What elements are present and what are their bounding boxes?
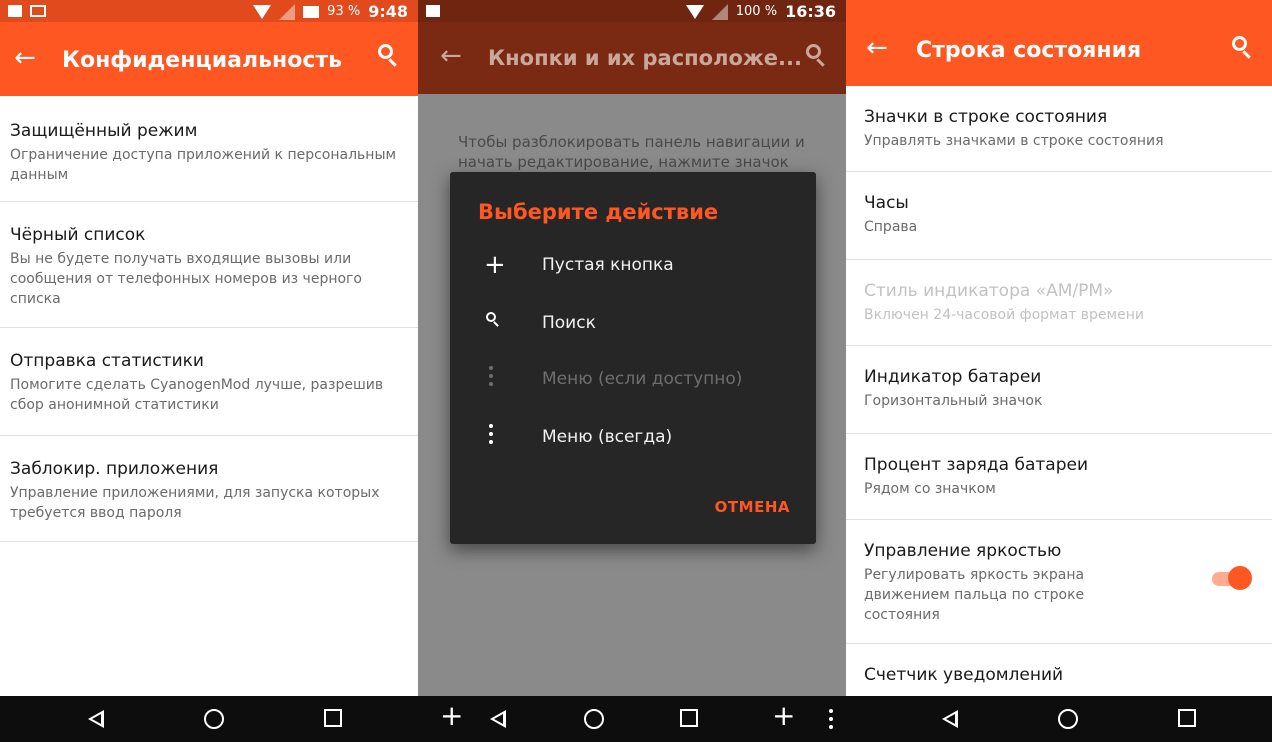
setting-clock[interactable]: Часы Справа [846, 172, 1272, 260]
settings-list: Значки в строке состояния Управлять знач… [846, 86, 1272, 704]
nav-plus-icon[interactable]: + [440, 702, 463, 730]
setting-title: Отправка статистики [10, 351, 204, 371]
setting-summary: Помогите сделать CyanogenMod лучше, разр… [10, 377, 384, 413]
menu-dots-icon [484, 424, 512, 452]
setting-send-statistics[interactable]: Отправка статистики Помогите сделать Cya… [0, 328, 418, 436]
setting-status-icons[interactable]: Значки в строке состояния Управлять знач… [846, 86, 1272, 172]
search-icon [484, 310, 512, 338]
menu-dots-icon [484, 366, 512, 394]
nav-back-icon[interactable] [88, 710, 104, 728]
back-arrow-icon[interactable]: ← [866, 34, 888, 62]
search-icon[interactable] [1230, 34, 1254, 60]
navigation-bar: + + [418, 696, 846, 742]
setting-locked-apps[interactable]: Заблокир. приложения Управление приложен… [0, 436, 418, 542]
buttons-layout-screen: 100 % 16:36 ← Кнопки и их расположе... Ч… [418, 0, 846, 742]
option-label: Меню (всегда) [542, 427, 673, 447]
setting-summary: Ограничение доступа приложений к персона… [10, 147, 397, 183]
brightness-toggle[interactable] [1212, 566, 1252, 590]
wifi-icon [685, 4, 704, 19]
option-label: Пустая кнопка [542, 255, 674, 275]
settings-list: Защищённый режим Ограничение доступа при… [0, 96, 418, 542]
option-menu-if-available: Меню (если доступно) [450, 352, 816, 410]
nav-home-icon[interactable] [1058, 709, 1078, 729]
setting-title: Часы [864, 193, 909, 213]
nav-recents-icon[interactable] [1178, 709, 1196, 727]
app-bar: ← Кнопки и их расположе... [418, 22, 846, 94]
privacy-screen: 93 % 9:48 ← Конфиденциальность Защищённы… [0, 0, 418, 742]
setting-summary: Управлять значками в строке состояния [864, 133, 1164, 149]
navigation-bar [0, 696, 418, 742]
instruction-text: Чтобы разблокировать панель навигации и … [458, 133, 805, 171]
nav-plus-icon[interactable]: + [772, 702, 795, 730]
mail-notification-icon [30, 5, 46, 17]
navigation-bar [846, 696, 1272, 742]
option-search[interactable]: Поиск [450, 296, 816, 354]
status-time: 16:36 [785, 2, 836, 21]
option-label: Поиск [542, 313, 596, 333]
setting-blacklist[interactable]: Чёрный список Вы не будете получать вход… [0, 202, 418, 328]
search-icon[interactable] [376, 42, 400, 68]
choose-action-dialog: Выберите действие + Пустая кнопка Поиск … [450, 172, 816, 544]
option-label: Меню (если доступно) [542, 369, 743, 389]
nav-recents-icon[interactable] [680, 709, 698, 727]
setting-summary: Горизонтальный значок [864, 393, 1043, 409]
status-bar: 100 % 16:36 [418, 0, 846, 22]
image-notification-icon [426, 5, 440, 17]
nav-back-icon[interactable] [490, 710, 506, 728]
setting-summary: Рядом со значком [864, 481, 996, 497]
nav-home-icon[interactable] [584, 709, 604, 729]
setting-protected-mode[interactable]: Защищённый режим Ограничение доступа при… [0, 96, 418, 202]
setting-title: Индикатор батареи [864, 367, 1042, 387]
plus-icon: + [484, 250, 506, 280]
nav-back-icon[interactable] [942, 710, 958, 728]
page-title: Конфиденциальность [62, 48, 343, 73]
wifi-icon [253, 4, 272, 19]
app-bar: ← Конфиденциальность [0, 22, 418, 96]
search-icon[interactable] [804, 42, 828, 68]
nav-recents-icon[interactable] [324, 709, 342, 727]
setting-title: Заблокир. приложения [10, 459, 219, 479]
setting-title: Чёрный список [10, 225, 146, 245]
setting-battery-percent[interactable]: Процент заряда батареи Рядом со значком [846, 434, 1272, 520]
back-arrow-icon[interactable]: ← [440, 42, 462, 70]
nav-menu-dots-icon[interactable] [824, 709, 834, 729]
setting-summary: Включен 24-часовой формат времени [864, 307, 1144, 323]
setting-title: Процент заряда батареи [864, 455, 1088, 475]
setting-title: Защищённый режим [10, 121, 198, 141]
status-bar-settings-screen: ← Строка состояния Значки в строке состо… [846, 0, 1272, 742]
back-arrow-icon[interactable]: ← [14, 44, 36, 72]
battery-icon [303, 5, 320, 18]
status-bar: 93 % 9:48 [0, 0, 418, 22]
page-title: Строка состояния [916, 38, 1142, 63]
setting-battery-indicator[interactable]: Индикатор батареи Горизонтальный значок [846, 346, 1272, 434]
battery-percent: 100 % [735, 4, 778, 19]
signal-icon [711, 3, 728, 20]
setting-title: Значки в строке состояния [864, 107, 1108, 127]
battery-percent: 93 % [327, 4, 361, 19]
setting-title: Управление яркостью [864, 541, 1062, 561]
setting-summary: Регулировать яркость экрана движением па… [864, 567, 1085, 623]
setting-title: Стиль индикатора «AM/PM» [864, 281, 1114, 301]
setting-title: Счетчик уведомлений [864, 665, 1064, 685]
setting-summary: Управление приложениями, для запуска кот… [10, 485, 380, 521]
setting-brightness-control[interactable]: Управление яркостью Регулировать яркость… [846, 520, 1272, 644]
app-bar: ← Строка состояния [846, 0, 1272, 86]
image-notification-icon [8, 5, 22, 17]
setting-summary: Вы не будете получать входящие вызовы ил… [10, 251, 362, 307]
signal-icon [279, 3, 296, 20]
option-menu-always[interactable]: Меню (всегда) [450, 410, 816, 468]
dialog-title: Выберите действие [478, 200, 719, 224]
nav-home-icon[interactable] [204, 709, 224, 729]
setting-notification-count[interactable]: Счетчик уведомлений [846, 644, 1272, 704]
cancel-button[interactable]: ОТМЕНА [715, 498, 790, 516]
page-title: Кнопки и их расположе... [488, 46, 802, 70]
setting-summary: Справа [864, 219, 918, 235]
status-time: 9:48 [368, 2, 408, 21]
setting-ampm-style: Стиль индикатора «AM/PM» Включен 24-часо… [846, 260, 1272, 346]
option-empty-button[interactable]: + Пустая кнопка [450, 238, 816, 296]
